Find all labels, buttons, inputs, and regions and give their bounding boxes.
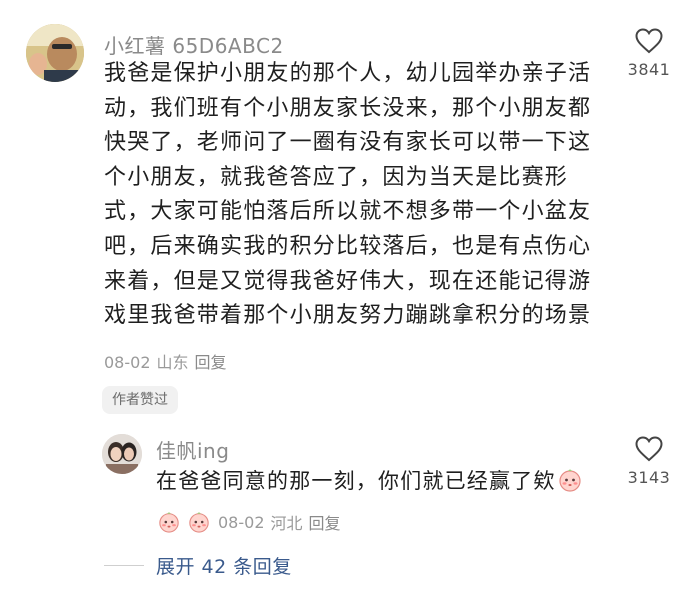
comment-username[interactable]: 小红薯 65D6ABC2 [104,30,284,59]
blushing-face-emoji-icon [158,511,180,533]
reply-text: 在爸爸同意的那一刻，你们就已经赢了欸 [156,469,556,493]
reply-date: 08-02 [218,512,265,532]
reply-like-count: 3143 [627,468,671,487]
comment-line: 动，我们班有个小朋友家长没来，那个小朋友都 [104,95,592,121]
like-button[interactable]: 3841 [619,28,679,79]
comment-line: 吧，后来确实我的积分比较落后，也是有点伤心 [104,233,592,259]
user-photo-icon [102,434,142,474]
reply-meta: 08-02 河北 回复 [156,510,347,534]
reply-like-button[interactable]: 3143 [619,436,679,487]
reply-avatar[interactable] [102,434,142,474]
comment-location: 山东 [156,353,189,372]
divider [104,564,144,566]
comment-body: 我爸是保护小朋友的那个人，幼儿园举办亲子活 动，我们班有个小朋友家长没来，那个小… [104,57,604,334]
comment-line: 快哭了，老师问了一圈有没有家长可以带一下这 [104,130,592,156]
comment-line: 个小朋友，就我爸答应了，因为当天是比赛形 [104,164,569,190]
reply-location: 河北 [270,514,303,533]
reply-username[interactable]: 佳帆ing [156,435,229,464]
blushing-face-emoji-icon [188,511,210,533]
comment-line: 戏里我爸带着那个小朋友努力蹦跳拿积分的场景 [104,303,592,329]
comment-line: 我爸是保护小朋友的那个人，幼儿园举办亲子活 [104,61,592,86]
like-count: 3841 [627,60,671,79]
avatar[interactable] [26,24,84,82]
reply-button[interactable]: 回复 [309,510,341,534]
heart-outline-icon[interactable] [619,436,679,462]
expand-replies-button[interactable]: 展开 42 条回复 [104,552,292,578]
blushing-face-emoji-icon [558,468,582,492]
reply-button[interactable]: 回复 [195,353,227,372]
comment-date: 08-02 [104,353,151,372]
user-photo-icon [26,24,84,82]
comment-meta: 08-02 山东 回复 [104,349,233,373]
comment-line: 式，大家可能怕落后所以就不想多带一个小盆友 [104,199,592,225]
heart-outline-icon[interactable] [619,28,679,54]
expand-replies-label[interactable]: 展开 42 条回复 [156,552,292,579]
comment-line: 来着，但是又觉得我爸好伟大，现在还能记得游 [104,268,592,294]
author-liked-badge: 作者赞过 [102,386,178,414]
reply-body: 在爸爸同意的那一刻，你们就已经赢了欸 [156,466,596,496]
